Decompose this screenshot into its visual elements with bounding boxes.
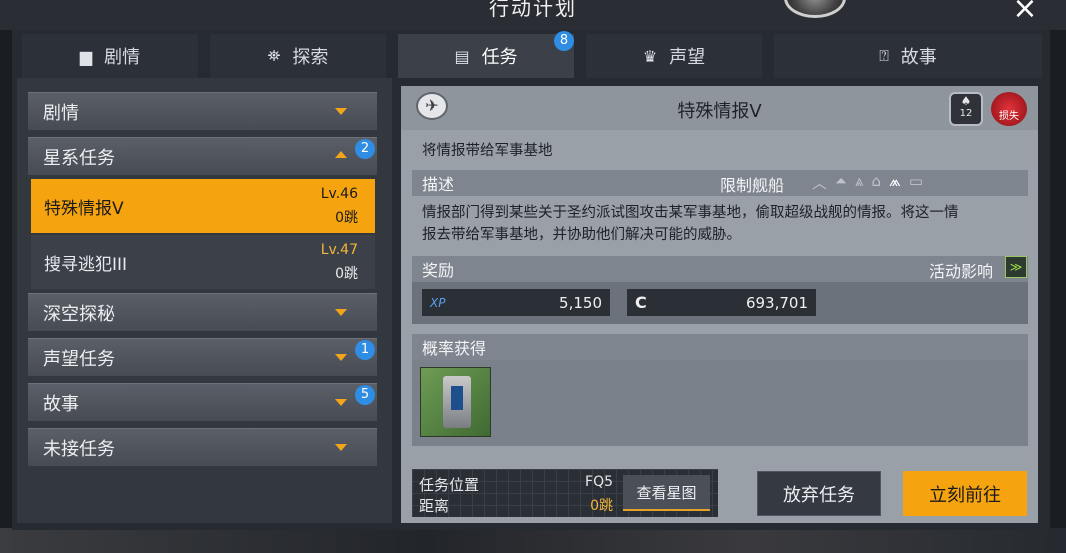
go-now-button[interactable]: 立刻前往 xyxy=(903,471,1027,516)
location-value: FQ5 xyxy=(585,474,613,490)
probability-header: 概率获得 xyxy=(412,334,1028,360)
category-badge: 2 xyxy=(355,139,375,159)
category-unaccepted[interactable]: 未接任务 xyxy=(28,428,377,466)
frigate-icon: ︿ xyxy=(812,174,828,192)
chevron-down-icon xyxy=(335,309,347,316)
abandon-quest-button[interactable]: 放弃任务 xyxy=(757,471,881,516)
chevron-down-icon xyxy=(335,444,347,451)
quest-item[interactable]: 搜寻逃犯III Lv.47 0跳 xyxy=(31,235,375,289)
battleship-icon: ⩕ xyxy=(889,172,901,190)
chevron-down-icon xyxy=(335,108,347,115)
location-label: 任务位置 xyxy=(419,476,480,494)
battlecruiser-icon: ⌂ xyxy=(871,172,882,190)
bottom-backdrop xyxy=(0,528,1066,553)
quest-name: 特殊情报V xyxy=(44,198,124,219)
xp-reward: XP 5,150 xyxy=(422,289,610,316)
tab-reputation[interactable]: ♛ 声望 xyxy=(586,34,762,78)
description-text-line1: 情报部门得到某些关于圣约派试图攻击某军事基地，偷取超级战舰的情报。将这一情 xyxy=(422,205,959,221)
distance-value: 0跳 xyxy=(590,498,613,514)
chevron-down-icon xyxy=(335,354,347,361)
activity-impact-icon[interactable]: ≫ xyxy=(1005,256,1027,278)
category-label: 剧情 xyxy=(43,102,79,124)
destroyer-icon: ⏶ xyxy=(835,172,848,190)
reputation-icon: ♛ xyxy=(642,46,658,66)
category-galaxy-tasks[interactable]: 星系任务 xyxy=(28,137,377,175)
category-deep-space[interactable]: 深空探秘 xyxy=(28,293,377,331)
book-icon: ▆ xyxy=(79,46,93,66)
task-icon: ▤ xyxy=(454,46,470,66)
xp-value: 5,150 xyxy=(559,293,602,312)
ship-type-icons: ︿ ⏶ ⩓ ⌂ ⩕ ▭ xyxy=(812,172,923,193)
probability-header-label: 概率获得 xyxy=(422,339,487,358)
category-story[interactable]: 剧情 xyxy=(28,92,377,130)
category-tales[interactable]: 故事 xyxy=(28,383,377,421)
quest-level: Lv.47 xyxy=(320,242,358,258)
close-icon[interactable]: × xyxy=(1010,0,1040,24)
carrier-icon: ▭ xyxy=(908,172,924,190)
tab-label: 故事 xyxy=(900,47,937,68)
view-starmap-button[interactable]: 查看星图 xyxy=(623,475,710,511)
restricted-ships-label: 限制舰船 xyxy=(720,176,785,195)
distance-label: 距离 xyxy=(419,497,450,515)
tab-tasks[interactable]: ▤ 任务 xyxy=(398,34,574,78)
category-badge: 1 xyxy=(355,340,375,360)
chevron-up-icon xyxy=(335,151,347,158)
rank-icon: ♠ 12 xyxy=(949,92,983,126)
objective-text: 将情报带给军事基地 xyxy=(422,143,553,159)
category-label: 深空探秘 xyxy=(43,303,115,325)
chevron-down-icon xyxy=(335,399,347,406)
danger-label: 损失 xyxy=(999,111,1019,122)
window-title: 行动计划 xyxy=(489,0,577,20)
tab-label: 剧情 xyxy=(104,47,141,68)
credits-value: 693,701 xyxy=(745,293,808,312)
category-label: 星系任务 xyxy=(43,147,115,169)
cruiser-icon: ⩓ xyxy=(855,172,864,190)
description-text-line2: 报去带给军事基地，并协助他们解决可能的威胁。 xyxy=(422,227,741,243)
category-reputation-tasks[interactable]: 声望任务 xyxy=(28,338,377,376)
reward-header-label: 奖励 xyxy=(422,261,455,280)
category-label: 声望任务 xyxy=(43,348,115,370)
tab-label: 探索 xyxy=(292,47,329,68)
story-icon: ⍰ xyxy=(879,46,889,65)
tab-label: 声望 xyxy=(669,47,706,68)
quest-level: Lv.46 xyxy=(320,186,358,202)
quest-name: 搜寻逃犯III xyxy=(44,254,128,275)
quest-title: 特殊情报V xyxy=(677,101,762,122)
quest-jumps: 0跳 xyxy=(335,266,358,282)
xp-icon: XP xyxy=(430,295,446,310)
danger-skull-icon: 损失 xyxy=(991,92,1027,126)
tab-explore[interactable]: ⛯ 探索 xyxy=(210,34,386,78)
tasks-badge: 8 xyxy=(554,31,574,51)
explore-icon: ⛯ xyxy=(267,46,281,65)
activity-impact-label: 活动影响 xyxy=(929,262,994,281)
quest-item-selected[interactable]: 特殊情报V Lv.46 0跳 xyxy=(31,179,375,233)
category-badge: 5 xyxy=(355,385,375,405)
credits-icon: C xyxy=(635,293,647,312)
category-label: 故事 xyxy=(43,393,79,415)
item-window xyxy=(451,386,463,410)
tab-story[interactable]: ▆ 剧情 xyxy=(22,34,198,78)
category-label: 未接任务 xyxy=(43,438,115,460)
rank-value: 12 xyxy=(959,108,973,119)
drop-item-icon[interactable] xyxy=(420,367,491,437)
tab-label: 任务 xyxy=(481,47,518,68)
description-header-label: 描述 xyxy=(422,175,455,194)
quest-jumps: 0跳 xyxy=(335,210,358,226)
credits-reward: C 693,701 xyxy=(627,289,816,316)
tab-tales[interactable]: ⍰ 故事 xyxy=(774,34,1042,78)
probability-drops-panel xyxy=(412,360,1028,446)
